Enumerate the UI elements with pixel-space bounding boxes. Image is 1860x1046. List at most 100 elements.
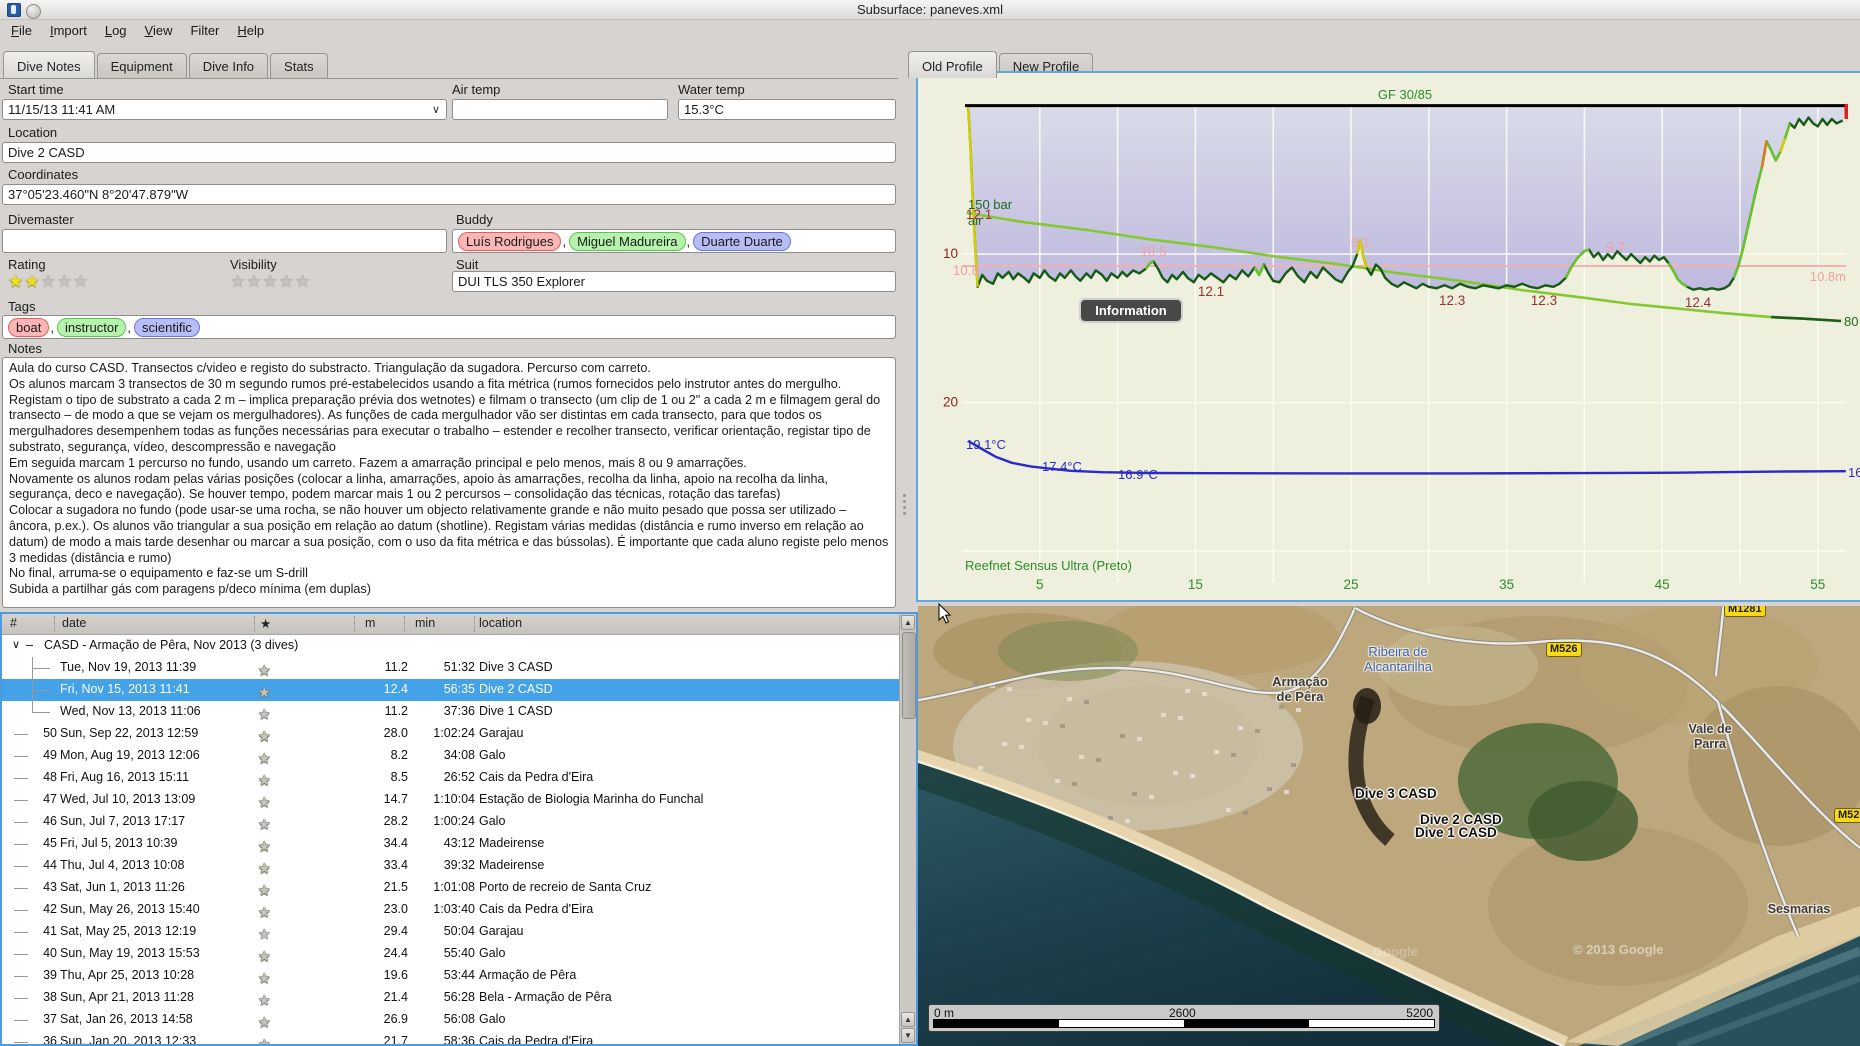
location-value: Dive 2 CASD bbox=[8, 145, 85, 160]
dive-row[interactable]: 49 Mon, Aug 19, 2013 12:06 8.2 34:08 Galo ★ ★ ★… bbox=[2, 745, 916, 767]
menu-bar: File Import Log View Filter Help bbox=[2, 21, 273, 42]
dive-location: Porto de recreio de Santa Cruz bbox=[479, 880, 652, 894]
column-header-min[interactable]: min bbox=[415, 616, 435, 630]
dive-row[interactable]: 43 Sat, Jun 1, 2013 11:26 21.5 1:01:08 Porto… bbox=[2, 877, 916, 899]
menu-log[interactable]: Log bbox=[96, 21, 136, 42]
suit-field[interactable]: DUI TLS 350 Explorer bbox=[452, 271, 896, 292]
tab-equipment[interactable]: Equipment bbox=[96, 53, 187, 78]
column-header-date[interactable]: date bbox=[62, 616, 86, 630]
visibility-stars[interactable]: ★★★★★ bbox=[230, 272, 311, 292]
scrollbar-thumb[interactable] bbox=[902, 632, 916, 719]
tree-line-horizontal bbox=[32, 690, 50, 691]
svg-text:45: 45 bbox=[1655, 577, 1670, 592]
location-field[interactable]: Dive 2 CASD bbox=[2, 142, 896, 163]
menu-file[interactable]: File bbox=[2, 21, 41, 42]
dive-duration: 1:10:04 bbox=[433, 792, 475, 806]
dive-list-header[interactable]: # date ★ m min location bbox=[2, 614, 916, 635]
dive-list-scrollbar[interactable]: ▲ ▲ ▼ bbox=[899, 614, 916, 1044]
buddy-pill[interactable]: Miguel Madureira bbox=[569, 231, 686, 251]
tags-field[interactable]: boat, instructor, scientific bbox=[2, 315, 896, 339]
star-empty-icon: ★ bbox=[278, 272, 295, 291]
scroll-down-button[interactable]: ▼ bbox=[901, 1028, 915, 1043]
dive-duration: 55:40 bbox=[443, 946, 475, 960]
column-header-★[interactable]: ★ bbox=[260, 616, 271, 631]
water-temp-value: 15.3°C bbox=[684, 102, 724, 117]
dive-date: Sun, Sep 22, 2013 12:59 bbox=[60, 726, 199, 740]
window-titlebar[interactable]: Subsurface: paneves.xml bbox=[0, 0, 1860, 20]
dive-depth: 34.4 bbox=[383, 836, 408, 850]
trip-row[interactable]: ∨ – CASD - Armação de Pêra, Nov 2013 (3 di… bbox=[2, 635, 916, 657]
information-tooltip[interactable]: Information bbox=[1079, 298, 1183, 323]
air-temp-field[interactable] bbox=[452, 99, 668, 120]
tab-dive-notes[interactable]: Dive Notes bbox=[3, 51, 95, 78]
chevron-down-icon[interactable]: ∨ bbox=[432, 103, 440, 116]
column-header-m[interactable]: m bbox=[365, 616, 375, 630]
notes-textarea[interactable]: Aula do curso CASD. Transectos c/video e… bbox=[2, 357, 896, 608]
dive-row[interactable]: 38 Sun, Apr 21, 2013 11:28 21.4 56:28 Bela -… bbox=[2, 987, 916, 1009]
scroll-up-button-bottom[interactable]: ▲ bbox=[901, 1012, 915, 1027]
dive-row[interactable]: Fri, Nov 15, 2013 11:41 12.4 56:35 Dive 2 C… bbox=[2, 679, 916, 701]
dive-row[interactable]: 47 Wed, Jul 10, 2013 13:09 14.7 1:10:04 Esta… bbox=[2, 789, 916, 811]
menu-filter[interactable]: Filter bbox=[181, 21, 228, 42]
buddy-pill[interactable]: Duarte Duarte bbox=[693, 231, 791, 251]
tag-pill[interactable]: scientific bbox=[134, 317, 200, 337]
dive-depth: 21.7 bbox=[383, 1034, 408, 1046]
dive-row[interactable]: Wed, Nov 13, 2013 11:06 11.2 37:36 Dive 1 C… bbox=[2, 701, 916, 723]
menu-view[interactable]: View bbox=[136, 21, 182, 42]
dive-depth: 8.5 bbox=[390, 770, 408, 784]
menu-help[interactable]: Help bbox=[228, 21, 273, 42]
dive-location: Madeirense bbox=[479, 836, 545, 850]
dive-row[interactable]: 41 Sat, May 25, 2013 12:19 29.4 50:04 Garaja… bbox=[2, 921, 916, 943]
dive-row[interactable]: 46 Sun, Jul 7, 2013 17:17 28.2 1:00:24 Galo ★… bbox=[2, 811, 916, 833]
rating-stars[interactable]: ★★★★★ bbox=[8, 272, 89, 292]
svg-text:9.7: 9.7 bbox=[1606, 240, 1625, 255]
column-separator bbox=[54, 616, 55, 632]
water-temp-field[interactable]: 15.3°C bbox=[678, 99, 896, 120]
svg-text:16.9°C: 16.9°C bbox=[1118, 467, 1158, 482]
tag-pill[interactable]: instructor bbox=[56, 317, 127, 337]
comma: , bbox=[127, 319, 132, 335]
dive-site-map[interactable]: Armação de Pêra Ribeira de Alcantarilha Vale… bbox=[918, 606, 1860, 1046]
dive-row[interactable]: 44 Thu, Jul 4, 2013 10:08 33.4 39:32 Madeire… bbox=[2, 855, 916, 877]
dive-profile-chart[interactable]: GF 30/85 10 20 5 15 25 35 45 55 Reefnet Sensus Ul… bbox=[916, 71, 1860, 602]
start-time-combo[interactable]: 11/15/13 11:41 AM ∨ bbox=[2, 99, 447, 120]
column-header-num[interactable]: # bbox=[10, 616, 17, 630]
scroll-up-button[interactable]: ▲ bbox=[901, 615, 915, 630]
dive-row[interactable]: 48 Fri, Aug 16, 2013 15:11 8.5 26:52 Cais da… bbox=[2, 767, 916, 789]
dive-row[interactable]: 37 Sat, Jan 26, 2013 14:58 26.9 56:08 Galo ★ ★… bbox=[2, 1009, 916, 1031]
tag-pill[interactable]: boat bbox=[8, 317, 50, 337]
dive-location: Garajau bbox=[479, 726, 524, 740]
tab-dive-info[interactable]: Dive Info bbox=[188, 53, 269, 78]
divemaster-field[interactable] bbox=[2, 229, 447, 253]
column-header-location[interactable]: location bbox=[479, 616, 522, 630]
coordinates-field[interactable]: 37°05'23.460"N 8°20'47.879"W bbox=[2, 184, 896, 205]
dive-date: Thu, Jul 4, 2013 10:08 bbox=[60, 858, 185, 872]
dive-row[interactable]: 36 Sun, Jan 20, 2013 12:33 21.7 58:36 Cais d… bbox=[2, 1031, 916, 1046]
star-empty-icon: ★ bbox=[258, 1036, 271, 1046]
dive-location: Galo bbox=[479, 946, 506, 960]
dive-row[interactable]: 45 Fri, Jul 5, 2013 10:39 34.4 43:12 Madeire… bbox=[2, 833, 916, 855]
star-empty-icon: ★ bbox=[258, 992, 271, 1008]
dive-location: Cais da Pedra d'Eira bbox=[479, 1034, 594, 1046]
dive-row[interactable]: 42 Sun, May 26, 2013 15:40 23.0 1:03:40 Cais… bbox=[2, 899, 916, 921]
suit-label: Suit bbox=[456, 257, 479, 272]
dive-site-marker-label[interactable]: Dive 3 CASD bbox=[1355, 786, 1437, 801]
dive-row[interactable]: 40 Sun, May 19, 2013 15:53 24.4 55:40 Galo ★ ★… bbox=[2, 943, 916, 965]
buddy-pill[interactable]: Luís Rodrigues bbox=[458, 231, 562, 251]
dive-date: Wed, Jul 10, 2013 13:09 bbox=[60, 792, 196, 806]
dive-row[interactable]: Tue, Nov 19, 2013 11:39 11.2 51:32 Dive 3 C… bbox=[2, 657, 916, 679]
svg-text:80: 80 bbox=[1844, 314, 1858, 329]
tree-dash: – bbox=[26, 638, 33, 652]
dive-location: Estação de Biologia Marinha do Funchal bbox=[479, 792, 704, 806]
tab-stats[interactable]: Stats bbox=[270, 53, 328, 78]
buddy-field[interactable]: Luís Rodrigues, Miguel Madureira, Duarte D… bbox=[452, 229, 896, 253]
star-empty-icon: ★ bbox=[258, 904, 271, 920]
dive-row[interactable]: 50 Sun, Sep 22, 2013 12:59 28.0 1:02:24 Gara… bbox=[2, 723, 916, 745]
tab-old-profile[interactable]: Old Profile bbox=[908, 51, 997, 78]
vertical-splitter-handle[interactable] bbox=[903, 494, 907, 515]
menu-import[interactable]: Import bbox=[41, 21, 96, 42]
dive-site-marker-label[interactable]: Dive 1 CASD bbox=[1415, 825, 1497, 840]
collapse-chevron-icon[interactable]: ∨ bbox=[12, 638, 20, 651]
window-menu-icon[interactable] bbox=[26, 4, 41, 19]
dive-row[interactable]: 39 Thu, Apr 25, 2013 10:28 19.6 53:44 Armaçã… bbox=[2, 965, 916, 987]
